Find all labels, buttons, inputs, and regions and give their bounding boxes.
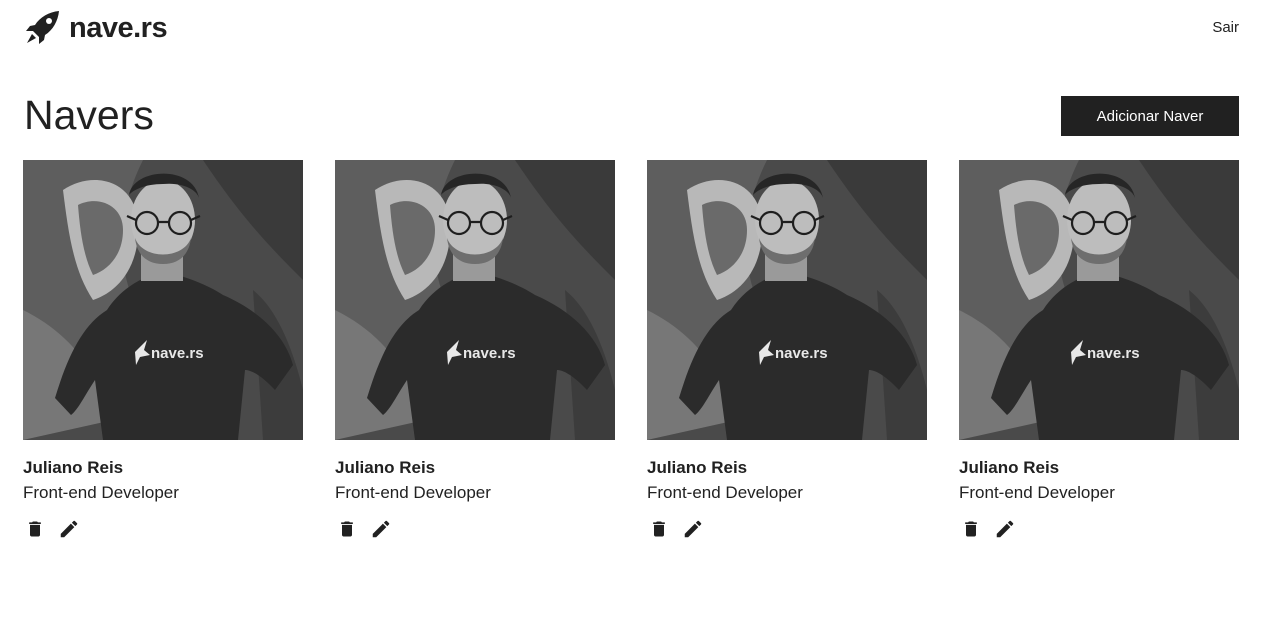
naver-name: Juliano Reis — [23, 458, 124, 477]
add-naver-button[interactable]: Adicionar Naver — [1061, 96, 1239, 136]
pencil-icon — [684, 520, 702, 538]
svg-text:nave.rs: nave.rs — [1087, 345, 1140, 362]
delete-button[interactable] — [959, 517, 983, 541]
delete-button[interactable] — [335, 517, 359, 541]
edit-button[interactable] — [993, 517, 1017, 541]
pencil-icon — [60, 520, 78, 538]
delete-button[interactable] — [23, 517, 47, 541]
logo-text: nave.rs — [69, 12, 168, 44]
card-actions — [647, 517, 927, 541]
naver-role: Front-end Developer — [23, 483, 179, 502]
edit-button[interactable] — [57, 517, 81, 541]
naver-role: Front-end Developer — [647, 483, 803, 502]
svg-text:nave.rs: nave.rs — [775, 345, 828, 362]
naver-photo[interactable]: nave.rs — [23, 160, 303, 440]
naver-card: nave.rs Juliano Reis Front-end Developer — [647, 160, 927, 541]
card-actions — [23, 517, 303, 541]
edit-button[interactable] — [681, 517, 705, 541]
pencil-icon — [372, 520, 390, 538]
naver-photo[interactable]: nave.rs — [335, 160, 615, 440]
trash-icon — [653, 521, 665, 537]
naver-name: Juliano Reis — [647, 458, 748, 477]
logout-link[interactable]: Sair — [1212, 18, 1239, 38]
pencil-icon — [996, 520, 1014, 538]
page-title: Navers — [24, 92, 154, 138]
svg-text:nave.rs: nave.rs — [151, 345, 204, 362]
logo[interactable]: nave.rs — [24, 10, 168, 46]
trash-icon — [965, 521, 977, 537]
naver-role: Front-end Developer — [335, 483, 491, 502]
naver-card: nave.rs Juliano Reis Front-end Developer — [335, 160, 615, 541]
naver-name: Juliano Reis — [335, 458, 436, 477]
delete-button[interactable] — [647, 517, 671, 541]
rocket-icon — [26, 11, 59, 44]
card-actions — [335, 517, 615, 541]
naver-photo[interactable]: nave.rs — [959, 160, 1239, 440]
navers-grid: nave.rs Juliano Reis Front-end Developer — [23, 160, 1239, 541]
trash-icon — [29, 521, 41, 537]
edit-button[interactable] — [369, 517, 393, 541]
top-bar: nave.rs Sair — [0, 0, 1276, 58]
naver-photo[interactable]: nave.rs — [647, 160, 927, 440]
naver-card: nave.rs Juliano Reis Front-end Developer — [959, 160, 1239, 541]
trash-icon — [341, 521, 353, 537]
naver-role: Front-end Developer — [959, 483, 1115, 502]
svg-text:nave.rs: nave.rs — [463, 345, 516, 362]
card-actions — [959, 517, 1239, 541]
naver-card: nave.rs Juliano Reis Front-end Developer — [23, 160, 303, 541]
naver-name: Juliano Reis — [959, 458, 1060, 477]
